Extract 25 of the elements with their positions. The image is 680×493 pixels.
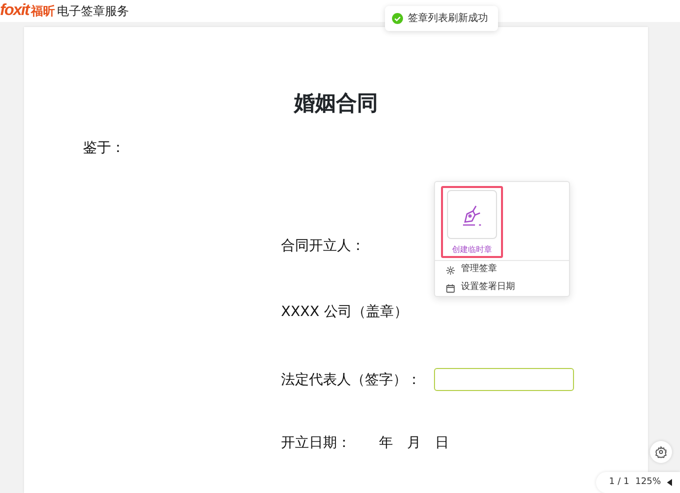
issuer-label: 合同开立人： xyxy=(281,237,365,256)
calendar-icon xyxy=(446,284,455,292)
company-text: XXXX 公司（盖章） xyxy=(281,303,408,322)
create-stamp-tile[interactable]: 创建临时章 xyxy=(441,186,503,258)
app-title: 电子签章服务 xyxy=(56,3,129,20)
date-unit: 月 xyxy=(407,434,421,453)
page-indicator: 1 / 1 xyxy=(609,476,630,489)
toast-message: 签章列表刷新成功 xyxy=(408,12,488,26)
preamble-text: 鉴于： xyxy=(83,139,125,158)
settings-button[interactable] xyxy=(650,441,672,463)
representative-label: 法定代表人（签字）： xyxy=(281,370,421,390)
brand-name: 福昕 xyxy=(30,4,55,20)
date-unit: 年 xyxy=(379,434,393,453)
zoom-level: 125% xyxy=(635,476,661,489)
logo: foxit xyxy=(0,1,29,21)
collapse-icon[interactable] xyxy=(666,479,672,486)
menu-item[interactable]: 管理签章 xyxy=(446,261,515,279)
date-label: 开立日期： xyxy=(281,434,351,453)
date-unit: 日 xyxy=(435,434,449,453)
menu-item[interactable]: 设置签署日期 xyxy=(446,279,515,297)
settings-icon xyxy=(446,266,455,274)
document-title: 婚姻合同 xyxy=(292,90,379,117)
success-icon xyxy=(392,13,403,24)
signature-field[interactable] xyxy=(434,368,574,391)
gear-icon xyxy=(655,446,667,458)
